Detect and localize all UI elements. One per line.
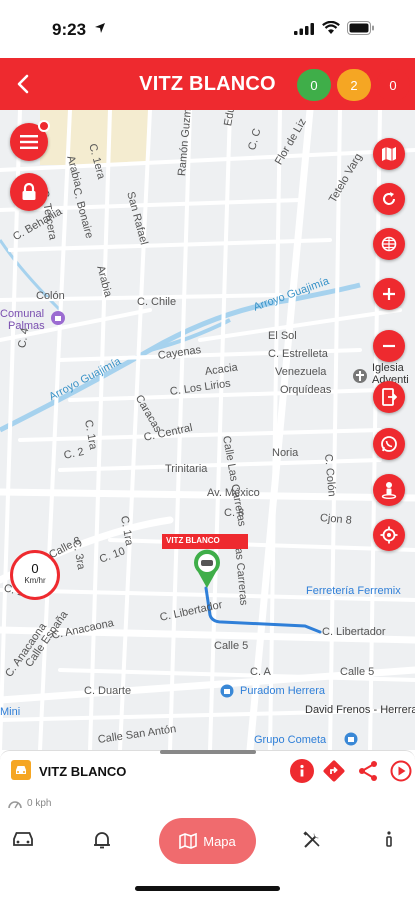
refresh-button[interactable] (373, 183, 405, 215)
poi-comunal[interactable]: Comunal (0, 308, 44, 320)
menu-icon (20, 135, 38, 149)
poi-puradom[interactable]: Puradom Herrera (240, 685, 325, 697)
poi-palmas[interactable]: Palmas (8, 320, 45, 332)
play-route-button[interactable] (389, 759, 413, 783)
street-label: C. Libertador (322, 626, 386, 638)
speed-summary-text: 0 kph (27, 798, 52, 809)
street-label: Calle 5 (340, 666, 375, 678)
speed-summary: 0 kph (8, 798, 51, 809)
poi-iglesia[interactable]: Iglesia (372, 362, 404, 374)
exit-button[interactable] (373, 381, 405, 413)
tools-icon[interactable] (302, 830, 322, 850)
car-nav-icon[interactable] (12, 830, 34, 848)
tab-mapa-label: Mapa (203, 833, 236, 849)
plus-icon (383, 288, 395, 300)
street-label: Venezuela (275, 366, 327, 378)
street-label: C. Duarte (84, 685, 132, 697)
directions-icon (323, 760, 345, 782)
notification-dot (38, 120, 50, 132)
whatsapp-icon (381, 436, 397, 452)
street-label: Trinitaria (165, 463, 208, 475)
info-icon (300, 764, 304, 777)
church-pin-icon[interactable] (352, 368, 368, 384)
bottom-navigation: Mapa (0, 814, 415, 870)
street-label: C. Estrelleta (268, 348, 328, 360)
street-label: Calle 5 (214, 640, 249, 652)
street-label: Colón (36, 290, 65, 302)
street-label: C. 8 (224, 507, 245, 519)
map-view[interactable]: C. 1era Ramón Guzmán Edua C. C Flor de L… (0, 110, 415, 750)
home-indicator (135, 886, 280, 891)
poi-david-frenos[interactable]: David Frenos - Herrera (305, 704, 415, 716)
minus-icon (383, 344, 395, 348)
street-label: Noria (272, 447, 299, 459)
map-roads (0, 110, 415, 750)
share-button[interactable] (356, 759, 380, 783)
poi-ferreteria[interactable]: Ferretería Ferremix (306, 585, 401, 597)
globe-grid-icon (381, 236, 397, 252)
vehicle-map-label[interactable]: VITZ BLANCO (162, 534, 248, 549)
tab-mapa[interactable]: Mapa (159, 818, 256, 864)
app-header: VITZ BLANCO 0 2 0 (0, 58, 415, 110)
vehicle-name: VITZ BLANCO (39, 764, 127, 779)
bell-icon[interactable] (93, 830, 111, 850)
status-bar: 9:23 (0, 0, 415, 58)
street-label: Av. México (207, 487, 260, 499)
location-arrow-icon (95, 23, 105, 33)
lock-icon (22, 183, 36, 200)
geofence-button[interactable] (373, 228, 405, 260)
speed-value: 0 (31, 561, 39, 576)
locate-vehicle-button[interactable] (373, 519, 405, 551)
map-type-button[interactable] (373, 138, 405, 170)
street-view-button[interactable] (373, 474, 405, 506)
more-options-icon[interactable] (384, 830, 394, 850)
wifi-icon (322, 21, 340, 34)
street-label: C. Chile (137, 296, 177, 308)
map-tab-icon (179, 833, 198, 849)
share-icon (359, 761, 377, 781)
speed-unit: Km/hr (24, 576, 46, 585)
signal-icon (294, 23, 314, 35)
place-pin-icon[interactable] (50, 310, 66, 326)
exit-icon (382, 388, 397, 406)
status-badge-offline[interactable]: 0 (376, 69, 410, 101)
crosshair-icon (380, 526, 398, 544)
status-badge-idle[interactable]: 2 (337, 69, 371, 101)
street-label: El Sol (268, 330, 297, 342)
street-label: Orquídeas (280, 384, 332, 396)
map-icon (382, 147, 396, 161)
status-badge-online[interactable]: 0 (297, 69, 331, 101)
shop-pin-icon[interactable] (344, 732, 358, 746)
poi-mini[interactable]: Mini (0, 706, 20, 718)
directions-button[interactable] (322, 759, 346, 783)
vehicle-info-bar[interactable]: VITZ BLANCO (0, 750, 415, 790)
info-button[interactable] (290, 759, 314, 783)
car-icon (11, 760, 31, 780)
refresh-icon (383, 192, 395, 205)
badge-count: 0 (389, 77, 397, 93)
speed-indicator: 0 Km/hr (10, 550, 60, 600)
speedometer-icon (8, 800, 22, 808)
sheet-drag-handle[interactable] (160, 750, 256, 754)
shop-pin-icon[interactable] (220, 684, 234, 698)
badge-count: 2 (350, 77, 358, 93)
lock-button[interactable] (10, 173, 48, 211)
zoom-in-button[interactable] (373, 278, 405, 310)
poi-grupo-cometa[interactable]: Grupo Cometa (254, 734, 326, 746)
person-icon (381, 482, 397, 499)
whatsapp-button[interactable] (373, 428, 405, 460)
battery-icon (347, 21, 374, 35)
status-time: 9:23 (52, 20, 87, 39)
zoom-out-button[interactable] (373, 330, 405, 362)
vehicle-title: VITZ BLANCO (139, 73, 276, 95)
street-label: C. A (250, 666, 271, 678)
badge-count: 0 (310, 77, 318, 93)
play-icon (390, 760, 412, 782)
